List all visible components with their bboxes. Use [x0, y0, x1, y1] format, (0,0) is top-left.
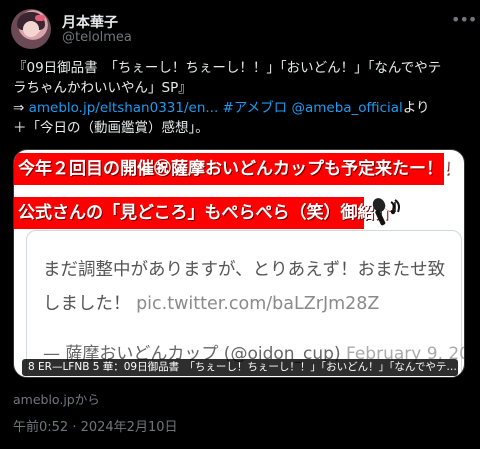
hashtag-link[interactable]: #アメブロ [218, 100, 288, 116]
author-handle[interactable]: @telolmea [62, 30, 132, 45]
more-horizontal-icon[interactable]: ••• [451, 10, 477, 30]
author-avatar[interactable] [11, 9, 51, 49]
card-banner-1: 今年２回目の開催㊗薩摩おいどんカップも予定来たー！！ [14, 153, 460, 185]
tweet-line-2: ラちゃんかわいいやん」SP』 [13, 80, 192, 96]
suffix-text: より [402, 100, 430, 116]
tweet-text: 『09日御品書 「ちぇーし！ちぇーし！！」「おいどん！」「なんでやテ ラちゃんか… [13, 58, 473, 138]
tweet-url-link[interactable]: ameblo.jp/eltshan0331/en... [29, 100, 219, 116]
card-banner-2: 公式さんの「見どころ」もぺらぺら（笑）御紹介 [14, 197, 392, 229]
embedded-tweet-screenshot: まだ調整中がありますが、とりあえず！おまたせ致しました！ pic.twitter… [26, 230, 464, 377]
embedded-tweet-link: pic.twitter.com/baLZrJm28Z [136, 294, 380, 314]
arrow-text: ⇒ [13, 100, 29, 116]
card-caption: 8 ER—LFNB 5 華：09日御品書 「ちぇーし！ちぇーし！！」「おいどん！… [22, 359, 458, 376]
tweet-timestamp[interactable]: 午前0:52 · 2024年2月10日 [13, 416, 178, 435]
card-source-link[interactable]: ameblo.jpから [13, 389, 100, 408]
mention-link[interactable]: @ameba_official [287, 100, 402, 116]
microphone-icon [372, 198, 400, 226]
tweet-line-3: ⇒ ameblo.jp/eltshan0331/en... #アメブロ @ame… [13, 98, 473, 118]
tweet-line-1: 『09日御品書 「ちぇーし！ちぇーし！！」「おいどん！」「なんでやテ [13, 60, 442, 76]
tweet-line-4: ＋「今日の（動画鑑賞）感想」。 [13, 120, 209, 136]
link-preview-card[interactable]: 今年２回目の開催㊗薩摩おいどんカップも予定来たー！！ 公式さんの「見どころ」もぺ… [13, 149, 465, 378]
embedded-tweet-body: まだ調整中がありますが、とりあえず！おまたせ致しました！ pic.twitter… [43, 253, 458, 321]
author-display-name[interactable]: 月本華子 [62, 12, 118, 32]
